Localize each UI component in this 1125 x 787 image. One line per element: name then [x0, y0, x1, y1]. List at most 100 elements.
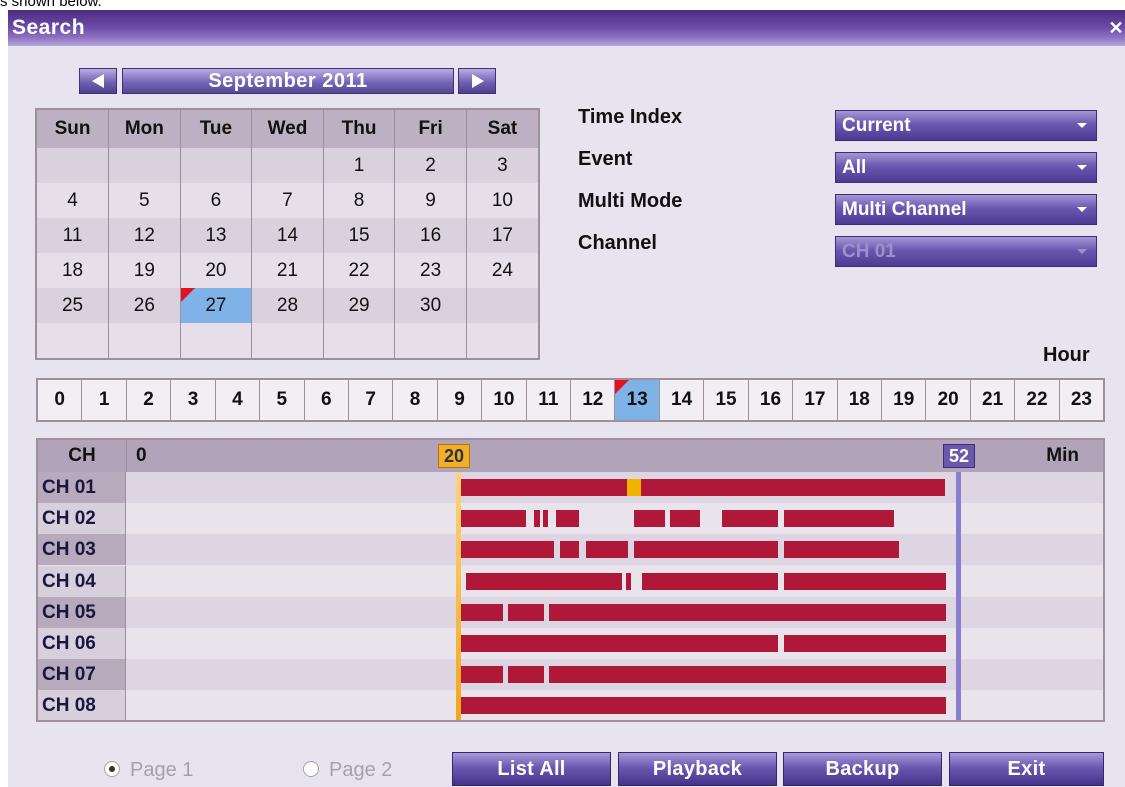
hour-cell[interactable]: 23: [1060, 380, 1103, 420]
calendar-day[interactable]: 6: [180, 183, 253, 218]
option-dropdown[interactable]: All: [835, 152, 1097, 183]
calendar-day[interactable]: 10: [466, 183, 538, 218]
calendar-day[interactable]: 17: [466, 218, 538, 253]
hour-cell[interactable]: 0: [38, 380, 83, 420]
recording-segment[interactable]: [560, 541, 579, 559]
recording-segment[interactable]: [634, 510, 665, 528]
calendar-day[interactable]: 23: [394, 253, 467, 288]
hour-cell[interactable]: 13: [615, 380, 660, 420]
calendar-day[interactable]: 11: [37, 218, 110, 253]
event-segment[interactable]: [627, 479, 641, 496]
calendar-day[interactable]: 18: [37, 253, 110, 288]
recording-segment[interactable]: [461, 603, 503, 621]
page-1-radio[interactable]: Page 1: [104, 759, 193, 782]
recording-segment[interactable]: [461, 666, 503, 684]
recording-segment[interactable]: [549, 666, 946, 684]
hour-cell[interactable]: 6: [305, 380, 349, 420]
list-all-button[interactable]: List All: [452, 752, 611, 786]
playback-button[interactable]: Playback: [618, 752, 777, 786]
calendar-day[interactable]: 12: [108, 218, 181, 253]
recording-segment[interactable]: [556, 510, 579, 528]
recording-segment[interactable]: [784, 572, 946, 590]
calendar-day[interactable]: 8: [323, 183, 396, 218]
hour-cell[interactable]: 22: [1015, 380, 1060, 420]
calendar-day[interactable]: 7: [251, 183, 324, 218]
recording-segment[interactable]: [784, 541, 899, 559]
calendar-day[interactable]: 29: [323, 288, 396, 323]
recording-segment[interactable]: [784, 510, 894, 528]
hour-cell[interactable]: 12: [571, 380, 616, 420]
calendar-day[interactable]: 1: [323, 148, 396, 183]
recording-segment[interactable]: [461, 541, 554, 559]
recording-segment[interactable]: [461, 635, 778, 652]
end-minute-line[interactable]: [956, 472, 961, 720]
hour-cell[interactable]: 15: [704, 380, 749, 420]
calendar-day[interactable]: 26: [108, 288, 181, 323]
recording-segment[interactable]: [670, 510, 700, 528]
calendar-day[interactable]: 27: [180, 288, 253, 323]
recording-segment[interactable]: [461, 510, 526, 528]
channel-row[interactable]: CH 07: [38, 659, 1103, 691]
hour-cell[interactable]: 7: [349, 380, 394, 420]
calendar-day[interactable]: 19: [108, 253, 181, 288]
recording-segment[interactable]: [784, 635, 946, 652]
recording-segment[interactable]: [586, 541, 628, 559]
backup-button[interactable]: Backup: [783, 752, 942, 786]
recording-segment[interactable]: [534, 510, 540, 528]
page-2-radio[interactable]: Page 2: [303, 759, 392, 782]
hour-cell[interactable]: 5: [260, 380, 305, 420]
calendar-day[interactable]: 13: [180, 218, 253, 253]
channel-row[interactable]: CH 01: [38, 472, 1103, 503]
recording-segment[interactable]: [722, 510, 778, 528]
hour-cell[interactable]: 14: [660, 380, 705, 420]
calendar-day[interactable]: 20: [180, 253, 253, 288]
hour-cell[interactable]: 18: [838, 380, 883, 420]
recording-segment[interactable]: [543, 510, 548, 528]
channel-row[interactable]: CH 03: [38, 534, 1103, 566]
recording-segment[interactable]: [508, 666, 544, 684]
calendar-day[interactable]: 25: [37, 288, 110, 323]
hour-cell[interactable]: 10: [482, 380, 527, 420]
calendar-day[interactable]: 28: [251, 288, 324, 323]
option-dropdown[interactable]: Current: [835, 110, 1097, 141]
recording-segment[interactable]: [461, 479, 945, 496]
close-icon[interactable]: ✕: [1107, 18, 1125, 38]
option-dropdown[interactable]: Multi Channel: [835, 194, 1097, 225]
start-minute-line[interactable]: [456, 472, 461, 720]
exit-button[interactable]: Exit: [949, 752, 1104, 786]
calendar-day[interactable]: 2: [394, 148, 467, 183]
hour-cell[interactable]: 4: [216, 380, 261, 420]
recording-segment[interactable]: [634, 541, 778, 559]
calendar-day[interactable]: 30: [394, 288, 467, 323]
channel-row[interactable]: CH 06: [38, 628, 1103, 659]
calendar-day[interactable]: 14: [251, 218, 324, 253]
channel-row[interactable]: CH 02: [38, 503, 1103, 535]
hour-cell[interactable]: 20: [926, 380, 971, 420]
recording-segment[interactable]: [626, 572, 631, 590]
hour-cell[interactable]: 17: [793, 380, 838, 420]
hour-cell[interactable]: 8: [393, 380, 438, 420]
recording-segment[interactable]: [642, 572, 778, 590]
calendar-day[interactable]: 5: [108, 183, 181, 218]
calendar-day[interactable]: 15: [323, 218, 396, 253]
calendar-day[interactable]: 16: [394, 218, 467, 253]
hour-cell[interactable]: 21: [971, 380, 1016, 420]
calendar-day[interactable]: 21: [251, 253, 324, 288]
hour-cell[interactable]: 19: [882, 380, 927, 420]
calendar-day[interactable]: 22: [323, 253, 396, 288]
calendar-day[interactable]: 9: [394, 183, 467, 218]
next-month-button[interactable]: [458, 68, 496, 94]
recording-segment[interactable]: [461, 697, 946, 715]
hour-cell[interactable]: 3: [171, 380, 216, 420]
start-minute-marker[interactable]: 20: [438, 444, 470, 468]
calendar-day[interactable]: 4: [37, 183, 110, 218]
channel-row[interactable]: CH 08: [38, 690, 1103, 720]
recording-segment[interactable]: [466, 572, 622, 590]
recording-segment[interactable]: [549, 603, 946, 621]
hour-cell[interactable]: 2: [127, 380, 172, 420]
prev-month-button[interactable]: [79, 68, 117, 94]
hour-cell[interactable]: 16: [749, 380, 794, 420]
hour-cell[interactable]: 1: [82, 380, 127, 420]
channel-row[interactable]: CH 04: [38, 565, 1103, 597]
hour-cell[interactable]: 9: [438, 380, 483, 420]
